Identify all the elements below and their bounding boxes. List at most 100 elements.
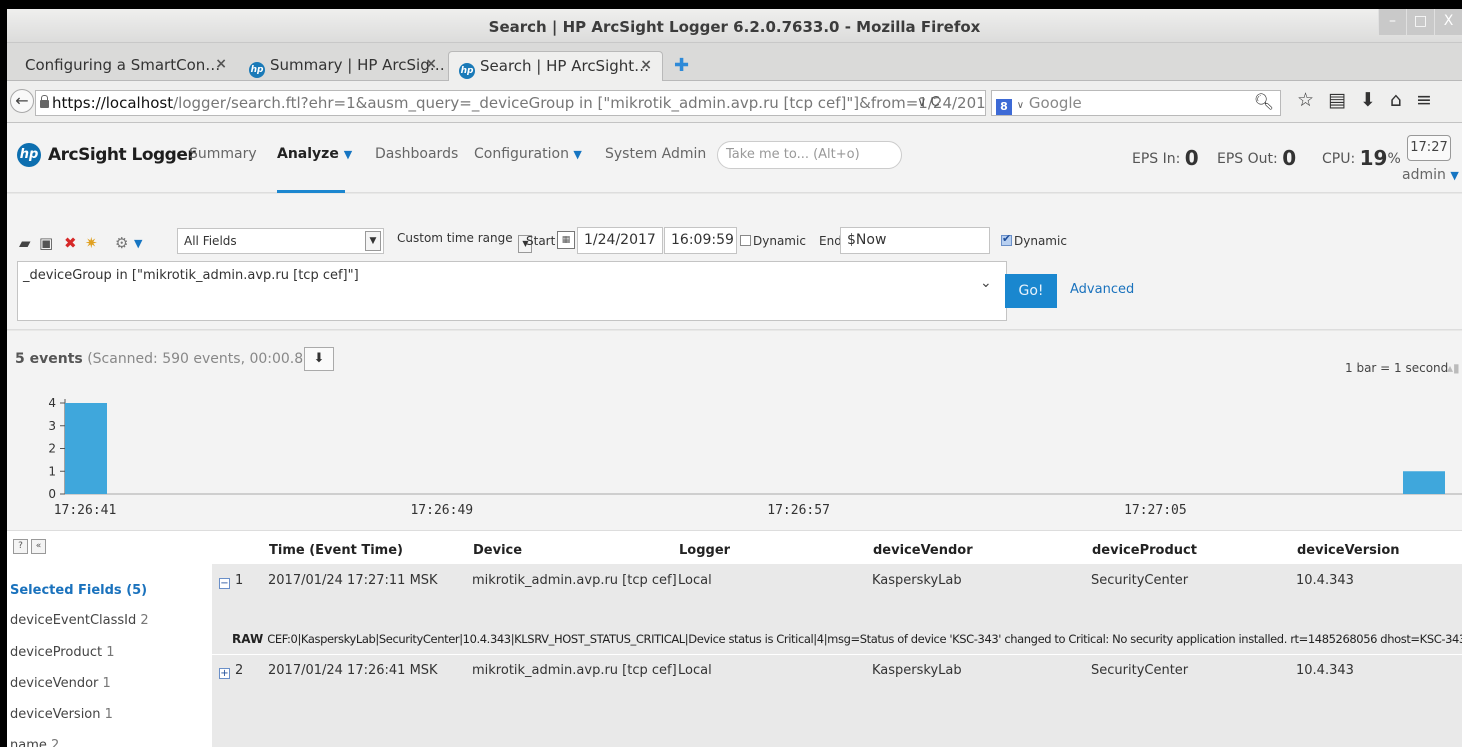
start-time-input[interactable]: 16:09:59 — [664, 227, 737, 254]
collapse-icon[interactable]: « — [31, 539, 46, 554]
cell-vendor: KasperskyLab — [872, 663, 962, 678]
field-item[interactable]: deviceEventClassId 2 — [10, 613, 149, 628]
web-search-input[interactable]: 8 ∨ Google 🔍︎ — [991, 90, 1281, 116]
tab-close-icon[interactable]: × — [425, 56, 437, 72]
y-tick-label: 3 — [48, 419, 56, 433]
x-tick-label: 17:26:41 — [54, 503, 117, 518]
start-label: Start — [526, 234, 556, 248]
tab-search[interactable]: hp Search | HP ArcSight… × — [448, 51, 663, 81]
cell-logger: Local — [678, 663, 712, 678]
minimize-button[interactable]: – — [1378, 9, 1406, 35]
lock-icon — [40, 95, 49, 108]
column-header-time[interactable]: Time (Event Time) — [269, 543, 403, 558]
browser-toolbar-icons: ☆ ▤ ⬇ ⌂ ≡ — [1297, 89, 1432, 111]
back-icon[interactable]: ← — [10, 89, 34, 113]
column-header-logger[interactable]: Logger — [679, 543, 730, 558]
app-logo[interactable]: hp ArcSight Logger — [17, 143, 196, 167]
clear-icon[interactable]: ✖ — [64, 234, 77, 252]
end-input[interactable]: $Now — [840, 227, 990, 254]
field-set-select[interactable]: All Fields ▼ — [177, 228, 384, 254]
logger-header: hp ArcSight Logger Summary Analyze ▼ Das… — [7, 123, 1462, 193]
collapse-row-icon[interactable]: − — [219, 578, 230, 589]
field-item[interactable]: deviceVersion 1 — [10, 707, 113, 722]
tab-configuring[interactable]: Configuring a SmartCon… × — [15, 51, 237, 81]
nav-summary[interactable]: Summary — [189, 146, 257, 162]
help-icon[interactable]: ? — [13, 539, 28, 554]
tab-bar: Configuring a SmartCon… × hp Summary | HP… — [7, 43, 1462, 81]
eps-out-meter: EPS Out: 0 — [1217, 146, 1297, 170]
tab-summary[interactable]: hp Summary | HP ArcSig… × — [239, 51, 447, 81]
app-name: ArcSight Logger — [48, 145, 196, 165]
filter-icon[interactable]: ✷ — [85, 234, 98, 252]
reading-list-icon[interactable]: ▤ — [1328, 89, 1346, 111]
tab-label: Configuring a SmartCon… — [25, 56, 221, 74]
column-header-deviceproduct[interactable]: deviceProduct — [1092, 543, 1197, 558]
menu-icon[interactable]: ≡ — [1416, 89, 1432, 111]
bookmark-star-icon[interactable]: ☆ — [1297, 89, 1314, 111]
search-icon[interactable]: 🔍︎ — [1254, 92, 1274, 111]
x-tick-label: 17:26:49 — [410, 503, 473, 518]
selected-fields-title[interactable]: Selected Fields (5) — [10, 583, 147, 598]
open-folder-icon[interactable]: ▰ — [19, 234, 31, 252]
query-history-dropdown-icon[interactable]: ⌄ — [980, 275, 992, 291]
field-item[interactable]: deviceVendor 1 — [10, 676, 111, 691]
title-bar: Search | HP ArcSight Logger 6.2.0.7633.0… — [7, 9, 1462, 43]
home-icon[interactable]: ⌂ — [1390, 89, 1402, 111]
cell-version: 10.4.343 — [1296, 573, 1354, 588]
user-menu[interactable]: admin ▼ — [1402, 167, 1459, 183]
cell-version: 10.4.343 — [1296, 663, 1354, 678]
column-header-deviceversion[interactable]: deviceVersion — [1297, 543, 1400, 558]
go-button[interactable]: Go! — [1005, 274, 1057, 308]
download-icon[interactable]: ⬇ — [1360, 89, 1376, 111]
field-item[interactable]: name 2 — [10, 738, 59, 747]
cell-logger: Local — [678, 573, 712, 588]
calendar-icon[interactable]: ▦ — [557, 231, 575, 249]
download-results-icon[interactable]: ⬇ — [304, 347, 334, 371]
chevron-down-icon[interactable]: ▼ — [134, 237, 142, 250]
chevron-down-icon: ▼ — [1450, 169, 1459, 182]
query-input[interactable]: _deviceGroup in ["mikrotik_admin.avp.ru … — [17, 261, 1007, 321]
nav-configuration[interactable]: Configuration ▼ — [474, 146, 582, 162]
column-header-devicevendor[interactable]: deviceVendor — [873, 543, 973, 558]
chart-scroll-icon[interactable]: ▴▮ — [1447, 361, 1460, 375]
take-me-to-input[interactable]: Take me to... (Alt+o) — [717, 141, 902, 169]
cell-vendor: KasperskyLab — [872, 573, 962, 588]
x-tick-label: 17:27:05 — [1124, 503, 1187, 518]
fields-sidebar: ? « Selected Fields (5) deviceEventClass… — [7, 531, 211, 747]
time-range-select[interactable]: Custom time range ▼ — [397, 231, 533, 253]
save-icon[interactable]: ▣ — [39, 234, 53, 252]
close-window-button[interactable]: X — [1434, 9, 1462, 35]
sidebar-buttons: ? « — [13, 539, 46, 554]
cell-product: SecurityCenter — [1091, 573, 1189, 588]
advanced-link[interactable]: Advanced — [1070, 282, 1134, 297]
checkbox-checked-icon — [1001, 232, 1012, 246]
bar-scale-label: 1 bar = 1 second — [1345, 361, 1449, 375]
web-search-placeholder: Google — [1028, 94, 1082, 112]
tab-close-icon[interactable]: × — [215, 56, 227, 72]
cell-device: mikrotik_admin.avp.ru [tcp cef] — [472, 573, 677, 588]
options-gear-icon[interactable]: ⚙ — [115, 234, 128, 252]
url-bar[interactable]: https://localhost/logger/search.ftl?ehr=… — [35, 90, 986, 116]
nav-dashboards[interactable]: Dashboards — [375, 146, 458, 162]
start-date-input[interactable]: 1/24/2017 — [577, 227, 663, 254]
raw-text: CEF:0|KasperskyLab|SecurityCenter|10.4.3… — [267, 632, 1462, 646]
column-header-device[interactable]: Device — [473, 543, 522, 558]
window-title: Search | HP ArcSight Logger 6.2.0.7633.0… — [488, 18, 981, 36]
tab-close-icon[interactable]: × — [640, 57, 652, 73]
histogram-bar — [1403, 471, 1445, 494]
dropdown-arrow-icon: ▼ — [365, 231, 381, 251]
cell-time: 2017/01/24 17:27:11 MSK — [268, 573, 438, 588]
field-item[interactable]: deviceProduct 1 — [10, 645, 114, 660]
cell-time: 2017/01/24 17:26:41 MSK — [268, 663, 438, 678]
nav-analyze[interactable]: Analyze ▼ — [277, 146, 352, 162]
nav-system-admin[interactable]: System Admin — [605, 146, 706, 162]
active-nav-indicator — [277, 190, 345, 193]
new-tab-icon[interactable]: ✚ — [674, 55, 689, 76]
expand-row-icon[interactable]: + — [219, 668, 230, 679]
end-dynamic-checkbox[interactable]: Dynamic — [1001, 232, 1067, 248]
maximize-button[interactable]: □ — [1406, 9, 1434, 35]
url-reload-icon[interactable]: ∨ C — [917, 95, 940, 110]
hp-logo-icon: hp — [17, 143, 41, 167]
start-dynamic-checkbox[interactable]: Dynamic — [740, 234, 806, 248]
end-label: End — [819, 234, 842, 248]
